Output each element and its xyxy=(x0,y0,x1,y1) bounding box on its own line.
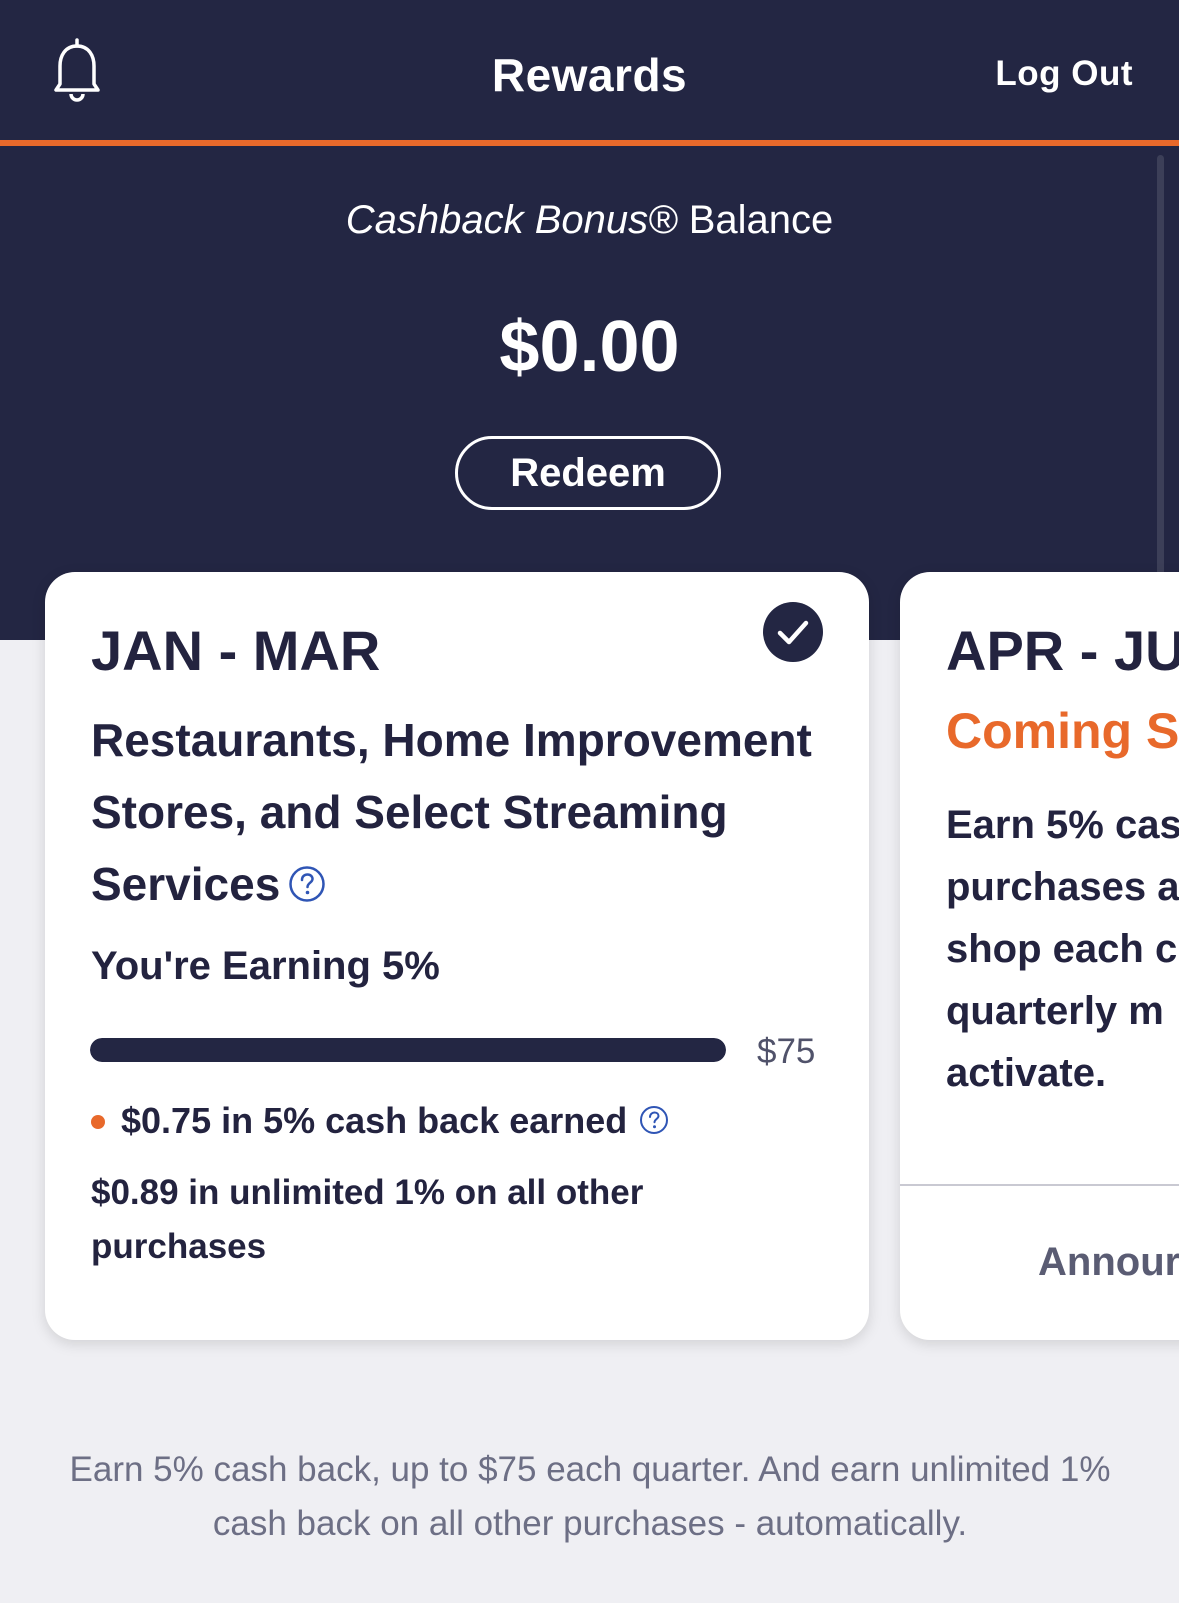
coming-soon-label: Coming S xyxy=(946,703,1179,759)
question-circle-icon[interactable] xyxy=(288,865,326,903)
description-line: Earn 5% cas xyxy=(946,803,1179,847)
category-text: Restaurants, Home Improvement Stores, an… xyxy=(91,714,812,910)
header-bar: Rewards Log Out xyxy=(0,0,1179,146)
redeem-button[interactable]: Redeem xyxy=(455,436,721,510)
balance-label: Cashback Bonus® Balance xyxy=(0,198,1179,243)
logout-button[interactable]: Log Out xyxy=(995,54,1133,94)
description-line: quarterly m xyxy=(946,989,1164,1033)
card-description: Earn 5% cas purchases a shop each c quar… xyxy=(946,794,1179,1104)
description-line: activate. xyxy=(946,1051,1107,1095)
bell-icon[interactable] xyxy=(52,38,102,108)
card-period: JAN - MAR xyxy=(91,619,381,682)
description-line: shop each c xyxy=(946,927,1178,971)
balance-section: Cashback Bonus® Balance $0.00 Redeem xyxy=(0,146,1179,640)
check-circle-icon xyxy=(763,602,823,662)
earning-rate: You're Earning 5% xyxy=(91,944,440,988)
unlimited-text: $0.89 in unlimited 1% on all other purch… xyxy=(91,1173,644,1266)
balance-label-suffix: Balance xyxy=(677,198,834,242)
footer-disclaimer: Earn 5% cash back, up to $75 each quarte… xyxy=(69,1450,1111,1543)
description-line: purchases a xyxy=(946,865,1179,909)
announce-button[interactable]: Annour xyxy=(1038,1240,1179,1285)
quarter-card-apr-jun[interactable]: APR - JU Coming S Earn 5% cas purchases … xyxy=(900,572,1179,1340)
cashback-bonus-label: Cashback Bonus® xyxy=(345,198,678,242)
progress-bar-fill xyxy=(90,1038,726,1062)
bullet-dot xyxy=(91,1115,105,1129)
earned-text: $0.75 in 5% cash back earned xyxy=(121,1100,628,1141)
question-circle-icon[interactable] xyxy=(639,1105,669,1135)
quarter-card-jan-mar[interactable]: JAN - MAR Restaurants, Home Improvement … xyxy=(45,572,869,1340)
card-category: Restaurants, Home Improvement Stores, an… xyxy=(91,704,831,920)
divider xyxy=(900,1184,1179,1186)
progress-bar xyxy=(90,1038,726,1062)
card-period: APR - JU xyxy=(946,619,1179,682)
progress-max-label: $75 xyxy=(757,1032,816,1071)
earned-row: $0.75 in 5% cash back earned xyxy=(91,1100,669,1142)
balance-amount: $0.00 xyxy=(499,307,680,387)
